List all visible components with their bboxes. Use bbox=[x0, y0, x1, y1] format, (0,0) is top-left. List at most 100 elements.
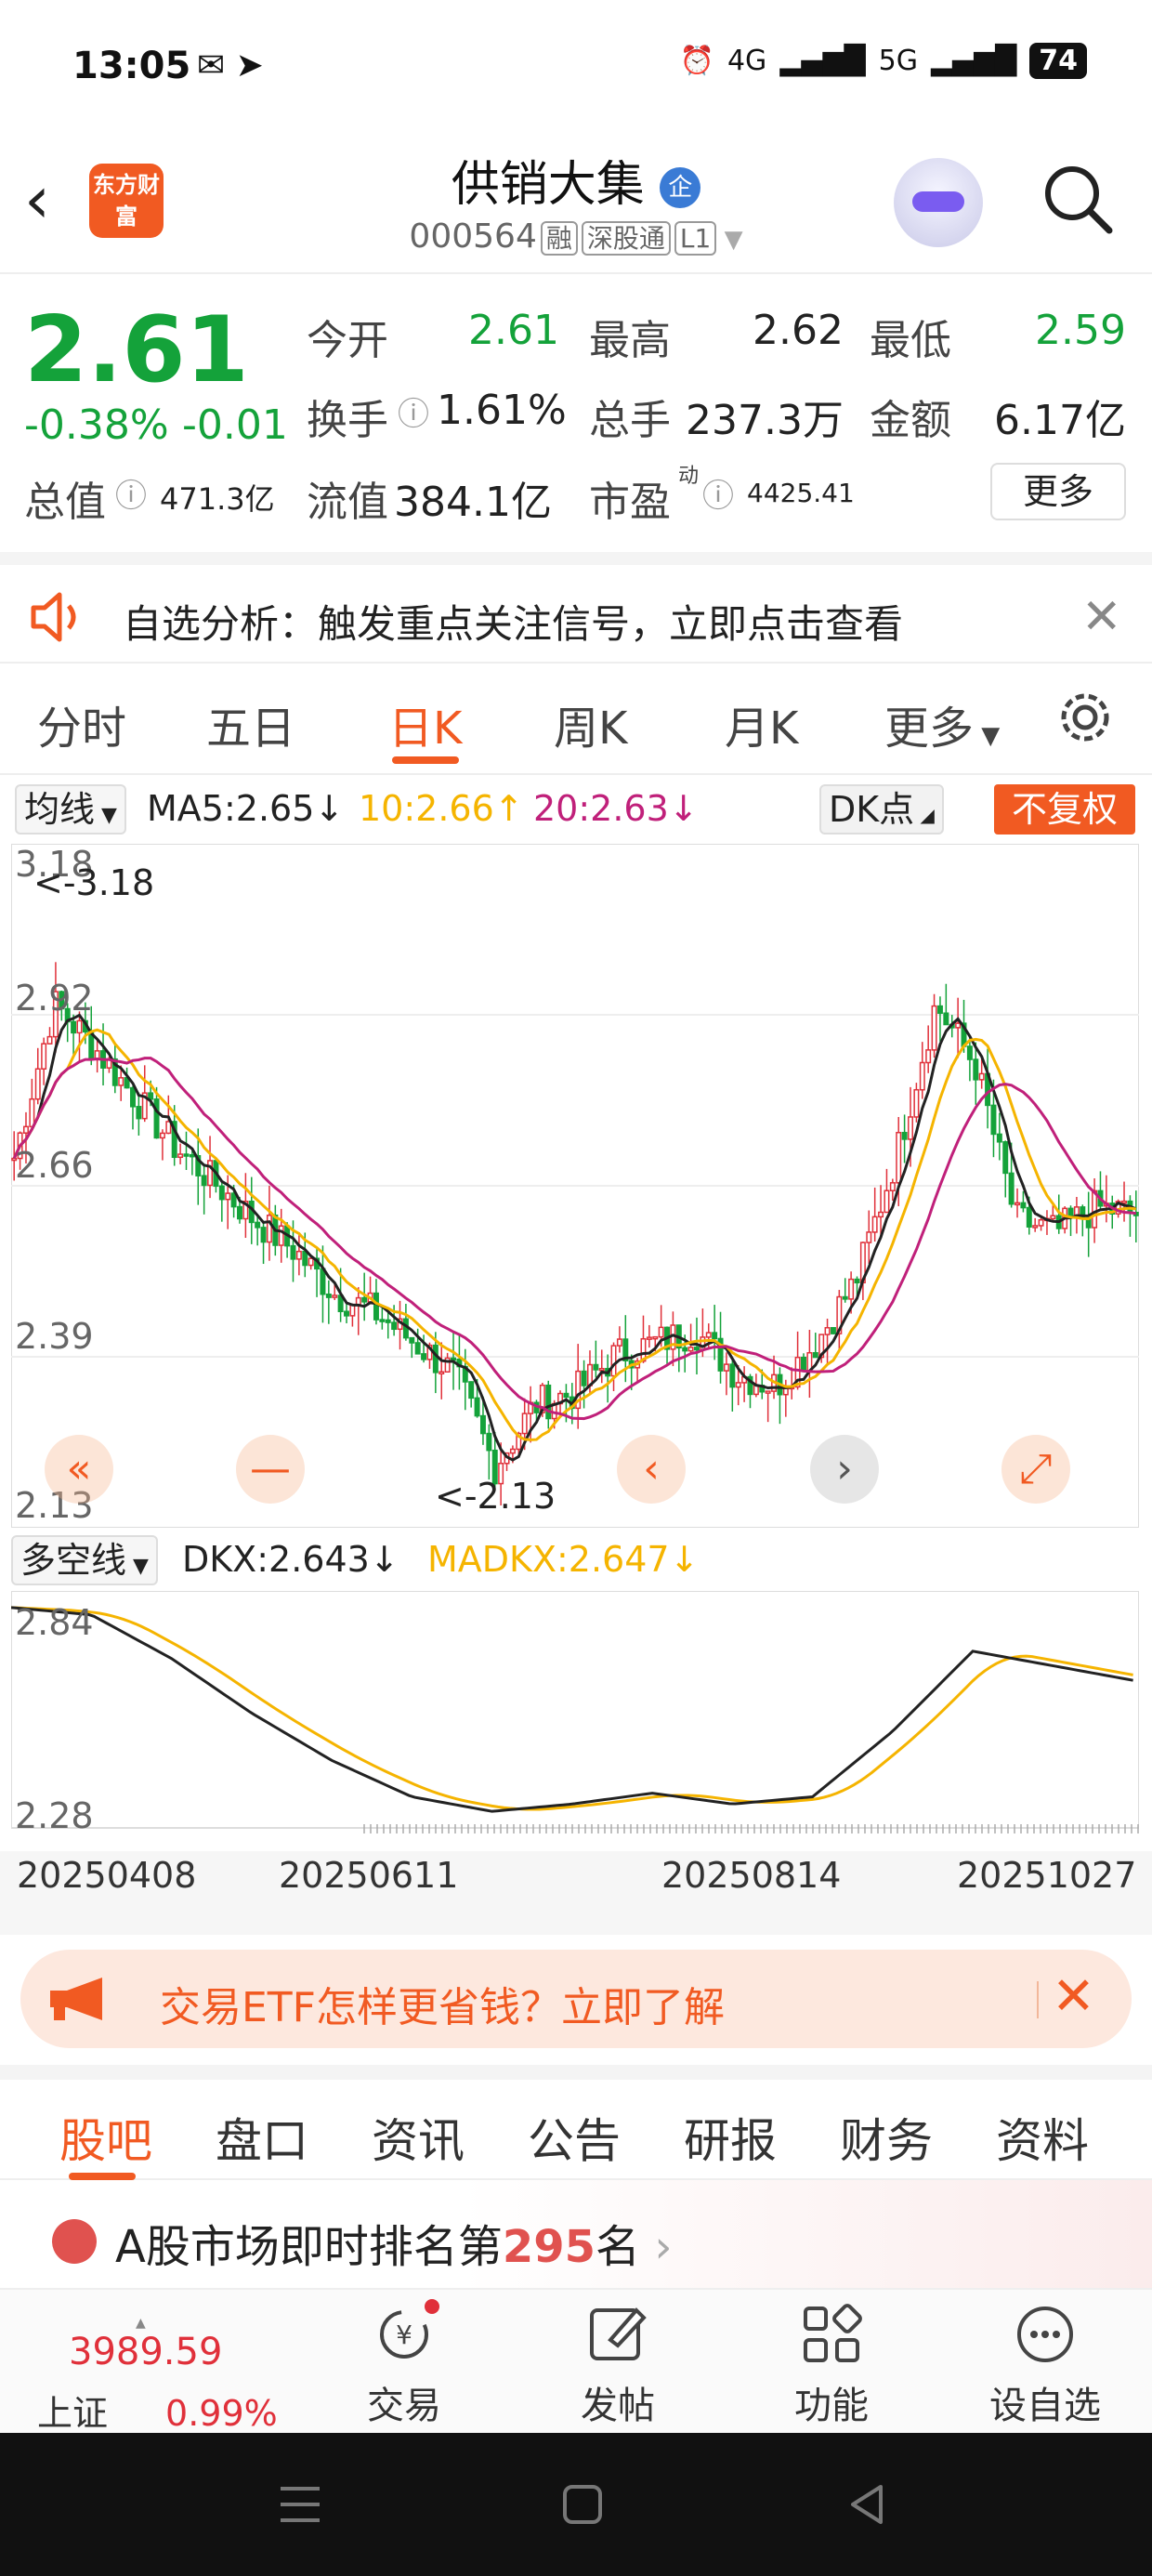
candle-body bbox=[646, 1336, 652, 1340]
post-button[interactable]: 发帖 bbox=[548, 2297, 687, 2429]
candle-body bbox=[479, 1414, 486, 1435]
market-rank-row[interactable]: A股市场即时排名第295名 › bbox=[0, 2180, 1152, 2288]
ma-select[interactable]: 均线 ▼ bbox=[15, 784, 126, 835]
more-button[interactable]: 更多 bbox=[990, 463, 1126, 520]
candle-body bbox=[230, 1192, 237, 1208]
candle-body bbox=[878, 1211, 884, 1218]
tag-margin: 融 bbox=[540, 221, 578, 256]
more-dots-icon bbox=[1017, 2307, 1073, 2362]
candle-body bbox=[432, 1344, 439, 1373]
menu-icon[interactable] bbox=[275, 2481, 325, 2528]
tab-intraday[interactable]: 分时 bbox=[37, 691, 126, 756]
home-icon[interactable] bbox=[559, 2481, 606, 2528]
candle-body bbox=[183, 1153, 190, 1157]
volume-value: 237.3万 bbox=[686, 397, 844, 444]
scroll-far-left-icon[interactable]: « bbox=[45, 1435, 113, 1504]
stock-title: 供销大集 bbox=[451, 157, 645, 213]
tab-announcements[interactable]: 公告 bbox=[528, 2104, 621, 2171]
fullscreen-icon[interactable]: ⤢ bbox=[1001, 1435, 1070, 1504]
network-5g: 5G bbox=[878, 45, 918, 77]
index-name: 上证 bbox=[37, 2393, 109, 2434]
bottom-toolbar: ▲ 3989.59 上证 0.99% ¥ 交易 发帖 功能 设自选 bbox=[0, 2288, 1152, 2436]
candle-body bbox=[295, 1250, 302, 1260]
y-label-4: 2.39 bbox=[15, 1316, 94, 1357]
candle-body bbox=[693, 1347, 700, 1351]
max-annotation: <-3.18 bbox=[33, 862, 155, 903]
dropdown-arrow-icon: ▼ bbox=[126, 1555, 149, 1578]
back-icon[interactable] bbox=[844, 2481, 890, 2528]
candle-body bbox=[1020, 1202, 1027, 1209]
candle-body bbox=[332, 1295, 338, 1298]
candle-body bbox=[189, 1153, 195, 1158]
search-icon[interactable] bbox=[1041, 162, 1115, 236]
post-label: 发帖 bbox=[581, 2385, 655, 2427]
dkx-value: DKX:2.643↓ bbox=[182, 1539, 399, 1580]
close-icon[interactable]: ✕ bbox=[1052, 1966, 1095, 2027]
watchlist-alert-banner[interactable]: 自选分析：触发重点关注信号，立即点击查看 ✕ bbox=[0, 552, 1152, 664]
candle-body bbox=[812, 1351, 818, 1359]
info-icon-3[interactable]: ⓘ bbox=[702, 470, 734, 516]
float-label: 流值 bbox=[307, 479, 388, 526]
candle-body bbox=[765, 1390, 771, 1394]
candle-body bbox=[255, 1221, 261, 1229]
candle-body bbox=[278, 1225, 284, 1246]
index-widget[interactable]: ▲ 3989.59 上证 0.99% bbox=[37, 2316, 307, 2436]
ma5-value: MA5:2.65↓ bbox=[147, 788, 345, 829]
candle-body bbox=[842, 1295, 848, 1300]
function-label: 功能 bbox=[794, 2385, 869, 2427]
candle-body bbox=[830, 1327, 836, 1334]
trade-button[interactable]: ¥ 交易 bbox=[334, 2297, 474, 2429]
kline-chart[interactable]: 3.18 <-3.18 2.92 2.66 2.39 2.13 <-2.13 «… bbox=[10, 843, 1140, 1529]
edit-icon bbox=[590, 2307, 647, 2360]
ma-indicator-bar: 均线 ▼ MA5:2.65↓ 10:2.66↑ 20:2.63↓ DK点 ◢ 不… bbox=[0, 781, 1152, 840]
candle-body bbox=[29, 1097, 35, 1128]
chevron-right-icon: › bbox=[640, 2221, 673, 2273]
info-icon-2[interactable]: ⓘ bbox=[115, 470, 147, 516]
scroll-right-icon[interactable]: › bbox=[810, 1435, 879, 1504]
candle-body bbox=[237, 1205, 242, 1220]
tab-finance[interactable]: 财务 bbox=[840, 2104, 933, 2171]
dkx-select[interactable]: 多空线 ▼ bbox=[11, 1535, 158, 1585]
dk-point-select[interactable]: DK点 ◢ bbox=[819, 784, 944, 835]
tab-research[interactable]: 研报 bbox=[684, 2104, 777, 2171]
tab-monthly-k[interactable]: 月K bbox=[725, 691, 798, 756]
rank-prefix: A股市场即时排名第 bbox=[115, 2221, 503, 2273]
tab-news[interactable]: 资讯 bbox=[372, 2104, 465, 2171]
tab-more[interactable]: 更多 ▼ bbox=[884, 691, 1000, 756]
zoom-out-icon[interactable]: — bbox=[236, 1435, 305, 1504]
signal-icon: ▂▄▆█ bbox=[779, 45, 866, 77]
assistant-robot-icon[interactable] bbox=[894, 158, 983, 247]
tab-profile[interactable]: 资料 bbox=[996, 2104, 1089, 2171]
kline-svg[interactable] bbox=[10, 843, 1140, 1529]
candle-body bbox=[973, 1058, 979, 1081]
dk-label: DK点 bbox=[829, 789, 915, 830]
tab-5day[interactable]: 五日 bbox=[206, 691, 295, 756]
info-icon[interactable]: ⓘ bbox=[398, 388, 429, 434]
function-button[interactable]: 功能 bbox=[762, 2297, 901, 2429]
close-icon[interactable]: ✕ bbox=[1081, 589, 1122, 645]
ma10-line bbox=[12, 1028, 1137, 1441]
tab-forum[interactable]: 股吧 bbox=[59, 2104, 152, 2171]
adjust-button[interactable]: 不复权 bbox=[994, 784, 1135, 835]
tab-weekly-k[interactable]: 周K bbox=[554, 691, 627, 756]
candle-body bbox=[1015, 1202, 1021, 1206]
candle-body bbox=[723, 1363, 729, 1372]
etf-ad-banner[interactable]: 交易ETF怎样更省钱？立即了解 ✕ bbox=[20, 1950, 1132, 2048]
candle-body bbox=[266, 1215, 272, 1243]
candle-body bbox=[1092, 1189, 1098, 1229]
candle-body bbox=[925, 1049, 932, 1064]
candle-body bbox=[581, 1370, 587, 1387]
tab-daily-k[interactable]: 日K bbox=[388, 691, 462, 756]
chevron-down-icon[interactable]: ▼ bbox=[716, 226, 743, 254]
rank-chart-icon bbox=[52, 2219, 97, 2264]
scroll-left-icon[interactable]: ‹ bbox=[617, 1435, 686, 1504]
dkx-chart[interactable]: 2.84 2.28 bbox=[10, 1590, 1140, 1837]
tab-orderbook[interactable]: 盘口 bbox=[216, 2104, 308, 2171]
trade-label: 交易 bbox=[367, 2385, 441, 2427]
candle-body bbox=[379, 1319, 386, 1322]
pe-label: 市盈 bbox=[589, 479, 671, 526]
candle-body bbox=[207, 1160, 214, 1187]
gear-icon[interactable] bbox=[1055, 688, 1115, 747]
candle-body bbox=[474, 1397, 480, 1417]
add-watchlist-button[interactable]: 设自选 bbox=[975, 2297, 1115, 2429]
